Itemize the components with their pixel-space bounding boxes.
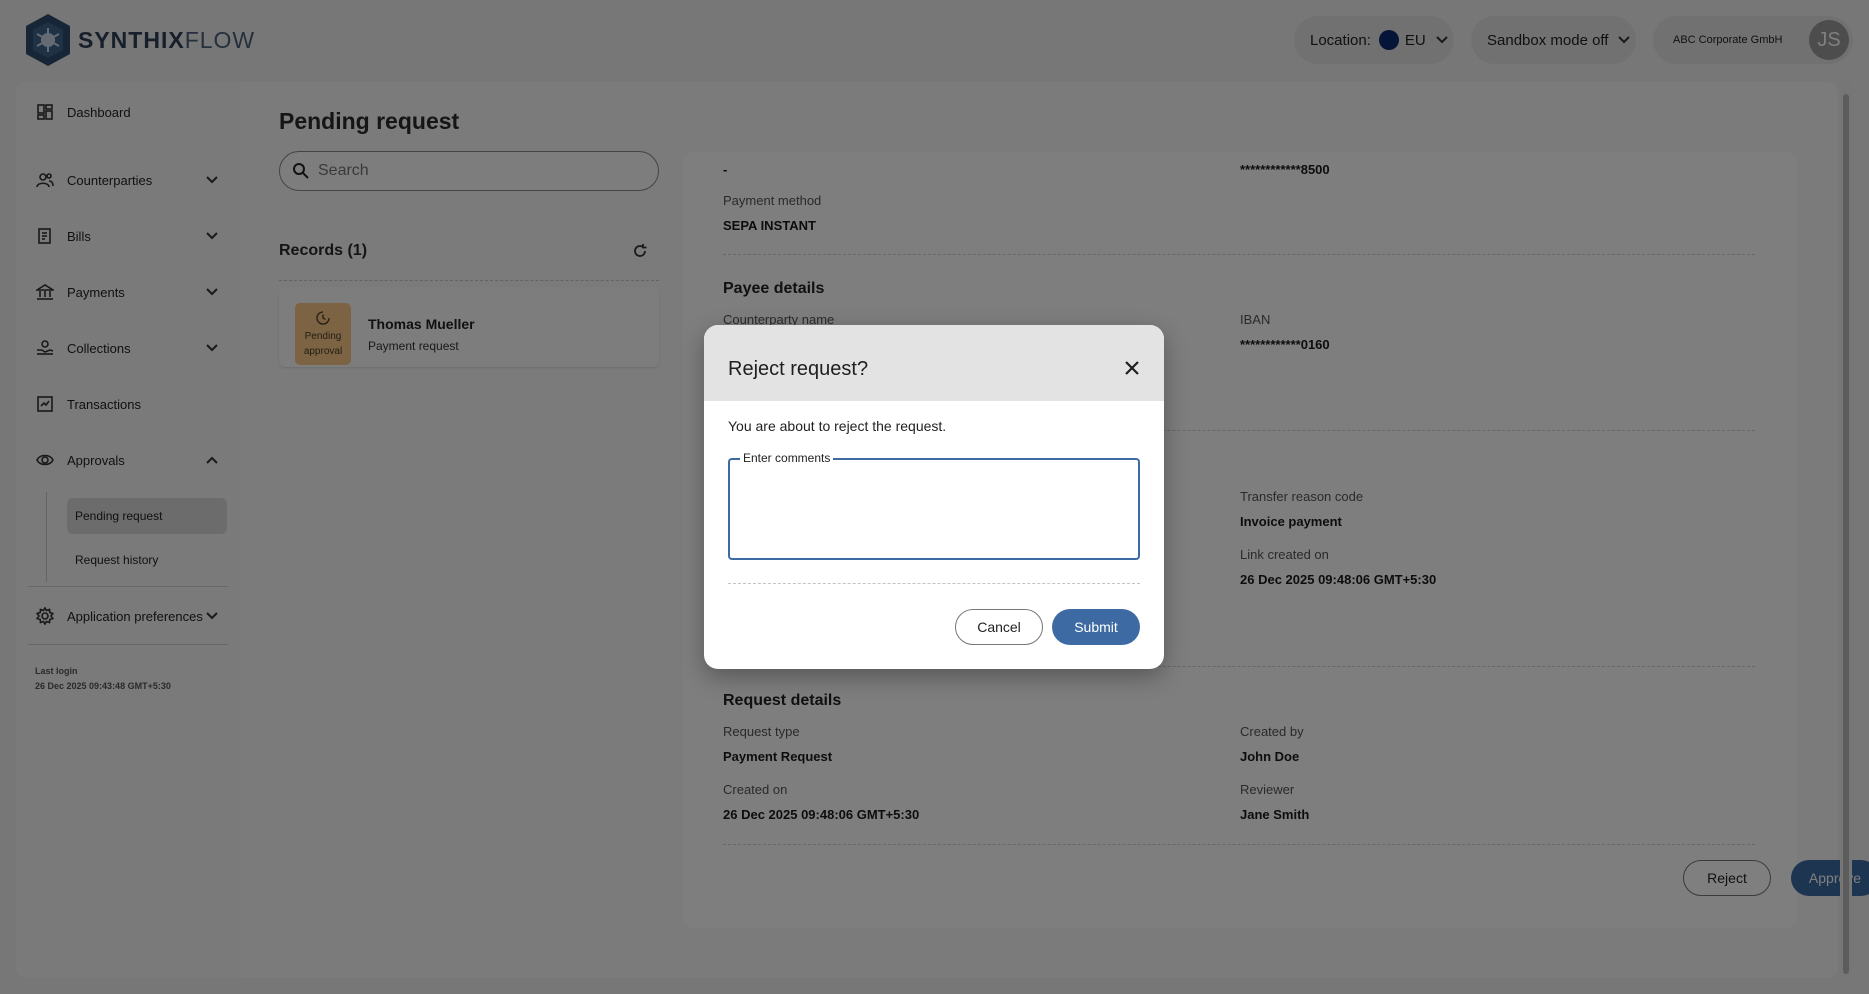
comments-textarea[interactable] <box>738 470 1128 550</box>
reject-request-dialog: Reject request? You are about to reject … <box>704 325 1164 669</box>
cancel-button[interactable]: Cancel <box>955 609 1043 645</box>
dialog-title: Reject request? <box>728 358 869 380</box>
dialog-divider <box>728 583 1140 584</box>
submit-button[interactable]: Submit <box>1052 609 1140 645</box>
dialog-header: Reject request? <box>704 325 1164 401</box>
comments-label: Enter comments <box>740 451 834 465</box>
comments-field[interactable] <box>728 458 1140 560</box>
close-icon[interactable] <box>1123 359 1141 377</box>
dialog-message: You are about to reject the request. <box>728 418 947 434</box>
